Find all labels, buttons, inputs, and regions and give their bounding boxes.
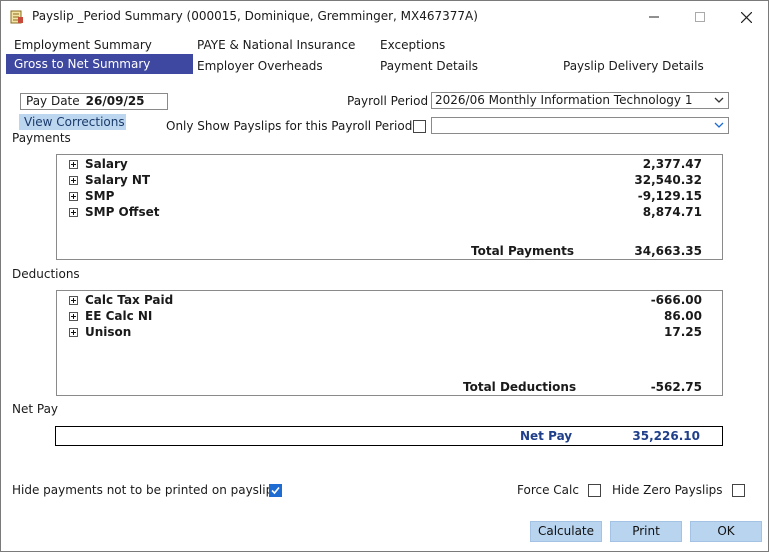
tab-employment-summary[interactable]: Employment Summary xyxy=(6,35,152,55)
force-calc-label: Force Calc xyxy=(517,483,579,497)
deduction-value: -666.00 xyxy=(650,293,702,307)
force-calc-checkbox[interactable] xyxy=(588,484,601,497)
deduction-value: 86.00 xyxy=(664,309,702,323)
maximize-icon xyxy=(695,12,705,22)
calculate-button[interactable]: Calculate xyxy=(530,521,602,542)
total-payments-value: 34,663.35 xyxy=(634,244,702,258)
payment-name: Salary xyxy=(85,157,128,171)
payment-value: 8,874.71 xyxy=(642,205,702,219)
net-pay-section-label: Net Pay xyxy=(12,402,59,416)
print-button[interactable]: Print xyxy=(610,521,682,542)
chevron-down-icon xyxy=(714,97,724,103)
checkmark-icon xyxy=(271,486,280,495)
payslip-app-icon xyxy=(10,10,23,24)
tab-payment-details[interactable]: Payment Details xyxy=(372,56,478,76)
net-pay-label: Net Pay xyxy=(520,429,573,443)
minimize-icon xyxy=(649,16,659,18)
expand-plus-icon[interactable] xyxy=(69,176,78,185)
hide-payments-label: Hide payments not to be printed on paysl… xyxy=(12,483,280,497)
payroll-period-select[interactable]: 2026/06 Monthly Information Technology 1 xyxy=(431,92,729,109)
view-corrections-button[interactable]: View Corrections xyxy=(19,114,126,130)
only-show-period-select[interactable] xyxy=(431,117,729,134)
list-item[interactable]: EE Calc NI 86.00 xyxy=(57,309,722,325)
deductions-panel: Calc Tax Paid -666.00 EE Calc NI 86.00 U… xyxy=(56,290,723,396)
expand-plus-icon[interactable] xyxy=(69,208,78,217)
payment-value: 32,540.32 xyxy=(634,173,702,187)
list-item[interactable]: Calc Tax Paid -666.00 xyxy=(57,293,722,309)
list-item[interactable]: SMP Offset 8,874.71 xyxy=(57,205,722,221)
total-deductions-label: Total Deductions xyxy=(463,380,577,394)
list-item[interactable]: Salary 2,377.47 xyxy=(57,157,722,173)
close-icon xyxy=(740,11,752,23)
expand-plus-icon[interactable] xyxy=(69,296,78,305)
ok-button[interactable]: OK xyxy=(690,521,762,542)
payment-name: SMP xyxy=(85,189,115,203)
only-show-payslips-label: Only Show Payslips for this Payroll Peri… xyxy=(166,119,413,133)
hide-zero-payslips-label: Hide Zero Payslips xyxy=(612,483,723,497)
deduction-name: Calc Tax Paid xyxy=(85,293,174,307)
expand-plus-icon[interactable] xyxy=(69,160,78,169)
deduction-name: Unison xyxy=(85,325,132,339)
pay-date-label: Pay Date xyxy=(26,94,80,108)
hide-zero-payslips-checkbox[interactable] xyxy=(732,484,745,497)
window-title: Payslip _Period Summary (000015, Dominiq… xyxy=(32,9,478,23)
pay-date-value: 26/09/25 xyxy=(85,94,145,108)
tab-paye-national-insurance[interactable]: PAYE & National Insurance xyxy=(189,35,355,55)
deductions-section-label: Deductions xyxy=(12,267,80,281)
payment-value: 2,377.47 xyxy=(642,157,702,171)
payroll-period-value: 2026/06 Monthly Information Technology 1 xyxy=(435,93,693,107)
chevron-down-icon xyxy=(714,122,724,128)
payroll-period-label: Payroll Period xyxy=(347,94,429,108)
deduction-name: EE Calc NI xyxy=(85,309,153,323)
tab-employer-overheads[interactable]: Employer Overheads xyxy=(189,56,323,76)
payments-panel: Salary 2,377.47 Salary NT 32,540.32 SMP … xyxy=(56,154,723,260)
list-item[interactable]: SMP -9,129.15 xyxy=(57,189,722,205)
total-payments-label: Total Payments xyxy=(471,244,575,258)
expand-plus-icon[interactable] xyxy=(69,312,78,321)
expand-plus-icon[interactable] xyxy=(69,192,78,201)
total-deductions-value: -562.75 xyxy=(650,380,702,394)
payslip-period-summary-window: Payslip _Period Summary (000015, Dominiq… xyxy=(0,0,769,552)
net-pay-value: 35,226.10 xyxy=(632,429,700,443)
payments-section-label: Payments xyxy=(12,131,71,145)
net-pay-box: Net Pay 35,226.10 xyxy=(55,426,723,446)
list-item[interactable]: Unison 17.25 xyxy=(57,325,722,341)
payment-value: -9,129.15 xyxy=(637,189,702,203)
deduction-value: 17.25 xyxy=(664,325,702,339)
payment-name: Salary NT xyxy=(85,173,151,187)
maximize-button[interactable] xyxy=(677,1,723,33)
tab-payslip-delivery-details[interactable]: Payslip Delivery Details xyxy=(555,56,704,76)
pay-date-field: Pay Date 26/09/25 xyxy=(20,93,168,110)
hide-payments-checkbox[interactable] xyxy=(269,484,282,497)
title-bar: Payslip _Period Summary (000015, Dominiq… xyxy=(1,1,768,33)
only-show-payslips-checkbox[interactable] xyxy=(413,120,426,133)
tab-gross-to-net-summary[interactable]: Gross to Net Summary xyxy=(6,54,193,74)
close-button[interactable] xyxy=(723,1,769,33)
list-item[interactable]: Salary NT 32,540.32 xyxy=(57,173,722,189)
minimize-button[interactable] xyxy=(631,1,677,33)
expand-plus-icon[interactable] xyxy=(69,328,78,337)
tab-exceptions[interactable]: Exceptions xyxy=(372,35,445,55)
payment-name: SMP Offset xyxy=(85,205,160,219)
